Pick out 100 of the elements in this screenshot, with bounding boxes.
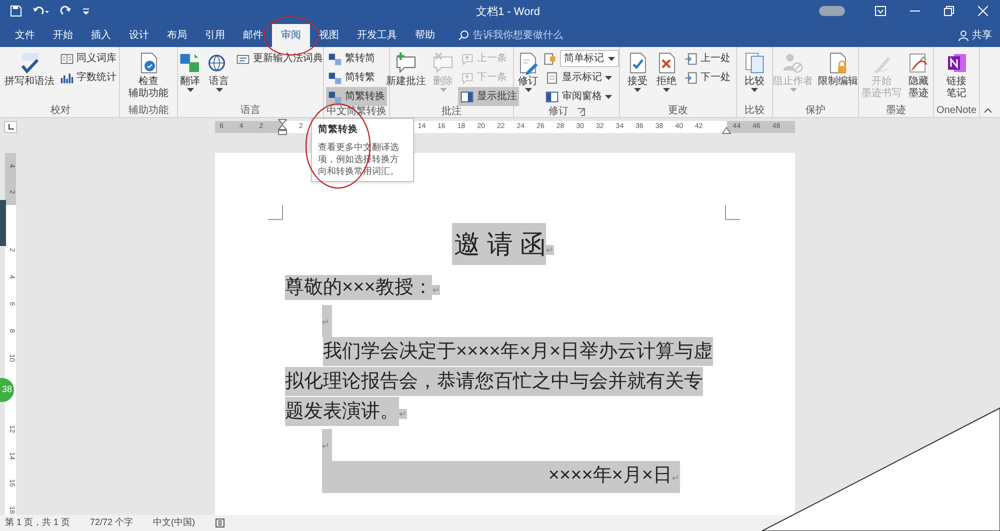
ribbon-button[interactable]: 下一处 — [682, 68, 732, 87]
group-label: 批注 — [442, 106, 462, 118]
comment-pane-icon — [460, 90, 474, 104]
ribbon-button[interactable]: 限制编辑 — [816, 49, 860, 89]
ribbon-tab[interactable]: 邮件 — [234, 24, 272, 47]
ribbon-button[interactable]: 上一处 — [682, 49, 732, 68]
caret-icon — [608, 56, 615, 60]
ribbon-button[interactable]: 隐藏 墨迹 — [904, 49, 932, 101]
ribbon-tab[interactable]: 审阅 — [272, 24, 310, 47]
ribbon-button[interactable]: 拒绝 — [652, 49, 680, 93]
blurred-account-block — [819, 6, 845, 16]
paragraph-mark: ↵ — [322, 441, 330, 451]
counter-icon — [60, 70, 74, 84]
two-documents-icon — [742, 51, 766, 75]
caret-icon — [216, 88, 222, 92]
paragraph-mark: ↵ — [672, 473, 680, 483]
group-label: 更改 — [668, 104, 688, 116]
person-blocked-icon — [781, 51, 805, 75]
ribbon-button[interactable]: 语言 — [205, 49, 233, 93]
search-icon — [458, 30, 469, 41]
ribbon-button[interactable]: 简繁转换 — [326, 87, 387, 106]
ribbon-tab[interactable]: 引用 — [196, 24, 234, 47]
undo-icon[interactable] — [32, 5, 50, 17]
ribbon-tab[interactable]: 设计 — [120, 24, 158, 47]
indent-marker-icon[interactable] — [278, 119, 287, 135]
ribbon-display-icon[interactable] — [875, 6, 886, 16]
redo-icon[interactable] — [60, 5, 72, 17]
speech-bubble-plus-icon — [394, 51, 418, 75]
person-icon — [958, 30, 969, 41]
group-label: 比较 — [744, 104, 764, 116]
paragraph-mark: ↵ — [546, 245, 554, 255]
ribbon-tab[interactable]: 开始 — [44, 24, 82, 47]
conversion-icon — [328, 90, 342, 104]
ribbon-tab[interactable]: 帮助 — [406, 24, 444, 47]
search-field[interactable]: 告诉我你想要做什么 — [454, 24, 567, 47]
customize-icon[interactable] — [82, 6, 90, 16]
share-button[interactable]: 共享 — [958, 24, 992, 47]
translate-icon — [178, 51, 202, 75]
book-icon — [60, 52, 74, 66]
caret-icon — [186, 88, 194, 92]
document-arrow-icon — [684, 70, 698, 84]
caret-icon — [663, 88, 670, 92]
ribbon-button[interactable]: 同义词库 — [58, 49, 118, 68]
ribbon-button[interactable]: 显示批注 — [458, 87, 519, 106]
window-title: 文档1 - Word — [476, 4, 540, 20]
caret-icon — [524, 88, 532, 92]
caret-icon — [634, 88, 641, 92]
group-label: 辅助功能 — [128, 104, 168, 116]
ribbon-button[interactable]: 审阅窗格 — [543, 87, 619, 106]
status-text[interactable]: 第 1 页，共 1 页 — [5, 516, 70, 530]
ribbon-tab[interactable]: 视图 — [310, 24, 348, 47]
restore-icon[interactable] — [944, 6, 954, 16]
ribbon-button[interactable]: 字数统计 — [58, 68, 118, 87]
ribbon-button[interactable]: 翻译 — [176, 49, 204, 93]
left-tab-icon — [8, 124, 14, 130]
ribbon-button[interactable]: 繁转简 — [326, 49, 387, 68]
date-text: ××××年×月×日 — [548, 465, 672, 486]
caret-icon — [440, 88, 446, 92]
pane-icon — [545, 90, 559, 104]
salutation-text: 尊敬的×××教授： — [285, 275, 432, 300]
tab-selector[interactable] — [4, 121, 17, 133]
group-label: 墨迹 — [886, 104, 906, 116]
conversion-icon — [328, 52, 342, 66]
ribbon-button[interactable]: 比较 — [740, 49, 768, 93]
group-label: 校对 — [50, 104, 70, 116]
ribbon-button[interactable]: 接受 — [624, 49, 652, 93]
ribbon-button[interactable]: 更新输入法词典 — [234, 49, 325, 68]
status-text[interactable]: 中文(中国) — [153, 516, 196, 530]
group-label: OneNote — [936, 104, 977, 116]
caret-icon — [751, 88, 758, 92]
group-label: 语言 — [240, 104, 260, 116]
ribbon-button[interactable]: 检查 辅助功能 — [126, 49, 170, 101]
ribbon-button[interactable]: 链接 笔记 — [942, 49, 970, 101]
paragraph-mark: ↵ — [432, 285, 440, 295]
document-title: 邀 请 函 — [452, 223, 546, 265]
ribbon-button[interactable]: 显示标记 — [543, 68, 619, 87]
ribbon-tab[interactable]: 文件 — [6, 24, 44, 47]
markup-icon — [543, 52, 557, 66]
right-indent-marker-icon[interactable] — [722, 127, 731, 134]
ribbon-button[interactable]: 新建批注 — [384, 49, 428, 89]
ribbon-tab[interactable]: 开发工具 — [348, 24, 406, 47]
bubble-arrow-icon — [460, 52, 474, 66]
caret-icon — [605, 76, 612, 80]
group-label: 修订 — [548, 106, 568, 118]
ribbon-button[interactable]: 拼写和语法 — [2, 49, 56, 89]
group-label: 保护 — [806, 104, 826, 116]
caret-icon — [790, 88, 796, 92]
macro-recording-icon[interactable] — [215, 518, 226, 528]
speech-bubble-x-icon — [431, 51, 455, 75]
status-text[interactable]: 72/72 个字 — [90, 516, 134, 530]
ribbon-tab[interactable]: 插入 — [82, 24, 120, 47]
document-icon — [545, 70, 559, 84]
close-icon[interactable] — [978, 6, 988, 16]
ribbon-tab[interactable]: 布局 — [158, 24, 196, 47]
dialog-launcher-icon[interactable] — [576, 108, 584, 116]
conversion-icon — [328, 70, 342, 84]
collapse-caret-icon[interactable] — [984, 108, 992, 113]
save-icon[interactable] — [10, 5, 22, 17]
tooltip-title: 简繁转换 — [318, 123, 359, 137]
ribbon-button[interactable]: 简转繁 — [326, 68, 387, 87]
